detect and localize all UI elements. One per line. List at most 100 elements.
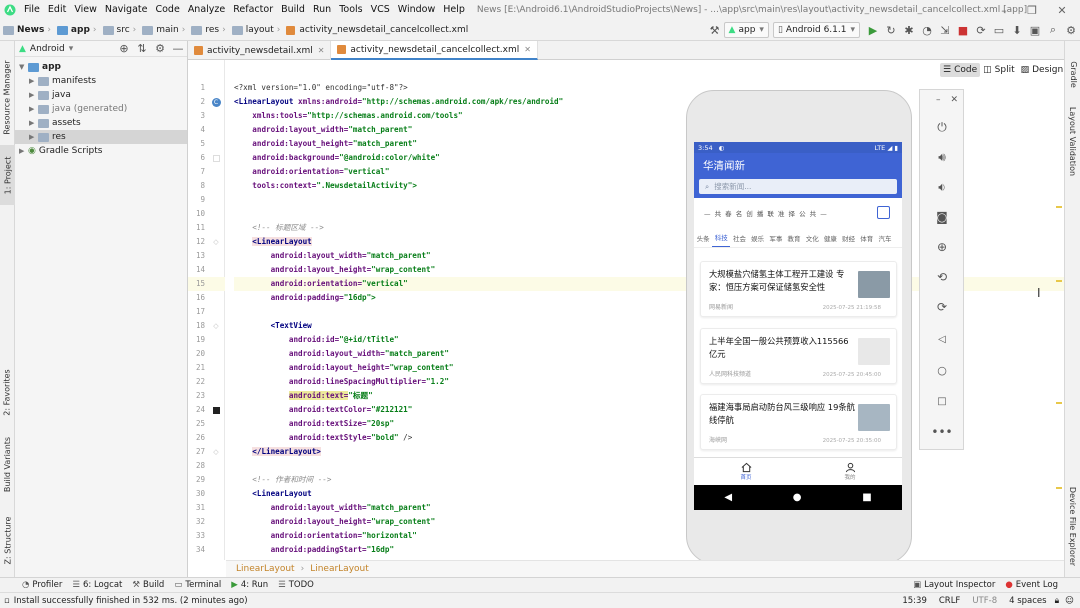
copy-icon[interactable]: [877, 206, 890, 219]
volume-up-icon[interactable]: 🔊︎: [920, 146, 964, 168]
tool-terminal[interactable]: ▭ Terminal: [174, 580, 221, 590]
rotate-left-icon[interactable]: ⟲: [920, 266, 964, 288]
line-separator[interactable]: CRLF: [939, 596, 960, 606]
menu-refactor[interactable]: Refactor: [229, 0, 277, 20]
back-icon[interactable]: ◀: [724, 492, 732, 503]
code-line[interactable]: <LinearLayout: [234, 235, 312, 249]
code-line[interactable]: android:orientation="vertical": [234, 165, 389, 179]
emulator-screen[interactable]: 3:54 ◐ LTE ◢ ▮ 华清闻新 ⌕ 搜索新闻... — 共 春 名 创 …: [694, 142, 902, 510]
tree-item-gradle-scripts[interactable]: ▶ ◉ Gradle Scripts: [19, 144, 187, 158]
locate-icon[interactable]: ⊕: [115, 40, 133, 58]
close-icon[interactable]: ✕: [950, 95, 958, 105]
power-icon[interactable]: ⏻: [920, 116, 964, 138]
fold-marker-icon[interactable]: ◇: [210, 236, 222, 248]
tab-activity-newsdetail[interactable]: activity_newsdetail.xml ✕: [188, 41, 332, 60]
crumb-layout[interactable]: layout: [229, 25, 274, 35]
code-line[interactable]: xmlns:tools="http://schemas.android.com/…: [234, 109, 462, 123]
code-line[interactable]: tools:context=".NewsdetailActivity">: [234, 179, 417, 193]
search-icon[interactable]: ⌕: [1044, 21, 1062, 39]
minimize-icon[interactable]: –: [990, 0, 1018, 20]
scroll-marker[interactable]: [1056, 402, 1062, 404]
chevron-right-icon[interactable]: ▶: [29, 133, 38, 141]
menu-build[interactable]: Build: [277, 0, 309, 20]
code-line[interactable]: android:layout_height="wrap_content": [234, 361, 454, 375]
split-view-button[interactable]: ◫ Split: [980, 63, 1017, 77]
tree-item-assets[interactable]: ▶ assets: [29, 116, 187, 130]
menu-run[interactable]: Run: [309, 0, 335, 20]
code-view-button[interactable]: ☰ Code: [940, 63, 981, 77]
news-card[interactable]: 大规模盐穴储氢主体工程开工建设 专家：恒压方案可保证储氢安全性 网易新闻 2025-…: [700, 261, 897, 317]
file-encoding[interactable]: UTF-8: [972, 596, 997, 606]
camera-icon[interactable]: ◙: [920, 206, 964, 228]
chevron-right-icon[interactable]: ▶: [29, 77, 38, 85]
tab-favorites[interactable]: 2: Favorites: [0, 361, 15, 423]
category-tab[interactable]: 汽车: [876, 233, 894, 247]
close-tab-icon[interactable]: ✕: [524, 45, 531, 54]
code-line[interactable]: android:textColor="#212121": [234, 403, 412, 417]
category-tab[interactable]: 社会: [730, 233, 748, 247]
chevron-right-icon[interactable]: ▶: [29, 91, 38, 99]
code-line[interactable]: android:padding="16dp">: [234, 291, 376, 305]
indent-setting[interactable]: 4 spaces: [1009, 596, 1046, 606]
scroll-marker[interactable]: [1056, 487, 1062, 489]
fold-marker-icon[interactable]: ◇: [210, 320, 222, 332]
tab-structure[interactable]: Z: Structure: [0, 511, 15, 569]
code-line[interactable]: android:layout_height="wrap_content": [234, 263, 436, 277]
code-line[interactable]: android:layout_width="match_parent": [234, 249, 431, 263]
crumb-project[interactable]: News: [0, 25, 44, 35]
crumb-res[interactable]: res: [188, 25, 219, 35]
scroll-marker[interactable]: [1056, 206, 1062, 208]
inspector-face-icon[interactable]: ☺: [1065, 596, 1074, 606]
code-line[interactable]: android:id="@+id/tTitle": [234, 333, 399, 347]
news-search-input[interactable]: ⌕ 搜索新闻...: [699, 179, 897, 194]
code-line[interactable]: android:layout_width="match_parent": [234, 501, 431, 515]
tab-activity-newsdetail-cancelcollect[interactable]: activity_newsdetail_cancelcollect.xml ✕: [331, 41, 538, 60]
menu-view[interactable]: View: [70, 0, 101, 20]
profile-icon[interactable]: ◔: [918, 21, 936, 39]
restore-icon[interactable]: ❐: [1018, 0, 1046, 20]
nav-home[interactable]: 首页: [694, 458, 798, 485]
chevron-right-icon[interactable]: ▶: [29, 105, 38, 113]
tab-gradle[interactable]: Gradle: [1065, 57, 1080, 91]
code-line[interactable]: <?xml version="1.0" encoding="utf-8"?>: [234, 81, 408, 95]
sdk-manager-icon[interactable]: ⬇: [1008, 21, 1026, 39]
breadcrumb-item[interactable]: LinearLayout: [236, 564, 295, 574]
category-tab[interactable]: 军事: [767, 233, 785, 247]
avd-manager-icon[interactable]: ▭: [990, 21, 1008, 39]
tool-run[interactable]: ▶ 4: Run: [231, 580, 268, 590]
tool-layout-inspector[interactable]: ▣ Layout Inspector: [913, 580, 995, 590]
tree-item-manifests[interactable]: ▶ manifests: [29, 74, 187, 88]
code-line[interactable]: android:layout_width="match_parent": [234, 123, 412, 137]
design-view-button[interactable]: ▨ Design: [1018, 63, 1067, 77]
settings-icon[interactable]: ⚙: [151, 40, 169, 58]
nav-mine[interactable]: 我的: [798, 458, 902, 485]
code-line[interactable]: android:orientation="horizontal": [234, 529, 417, 543]
stop-icon[interactable]: ■: [954, 21, 972, 39]
category-tab[interactable]: 财经: [840, 233, 858, 247]
tool-todo[interactable]: ☰ TODO: [278, 580, 314, 590]
code-line[interactable]: <TextView: [234, 319, 312, 333]
code-line[interactable]: </LinearLayout>: [234, 445, 321, 459]
crumb-src[interactable]: src: [100, 25, 130, 35]
menu-analyze[interactable]: Analyze: [184, 0, 229, 20]
code-line[interactable]: android:layout_height="wrap_content": [234, 515, 436, 529]
code-line[interactable]: android:background="@android:color/white…: [234, 151, 439, 165]
chevron-right-icon[interactable]: ▶: [29, 119, 38, 127]
context-class-icon[interactable]: C: [210, 96, 222, 108]
device-select[interactable]: ▯ Android 6.1.1 ▾: [772, 22, 860, 38]
tree-item-java-generated[interactable]: ▶ java (generated): [29, 102, 187, 116]
tool-profiler[interactable]: ◔ Profiler: [22, 580, 62, 590]
run-icon[interactable]: ▶: [864, 21, 882, 39]
chevron-down-icon[interactable]: ▼: [19, 63, 28, 71]
category-tab[interactable]: 教育: [785, 233, 803, 247]
apply-changes-icon[interactable]: ↻: [882, 21, 900, 39]
settings-icon[interactable]: ⚙: [1062, 21, 1080, 39]
category-tab[interactable]: 健康: [821, 233, 839, 247]
code-line[interactable]: <LinearLayout xmlns:android="http://sche…: [234, 95, 563, 109]
category-tab[interactable]: 文化: [803, 233, 821, 247]
chevron-right-icon[interactable]: ▶: [19, 147, 28, 155]
color-swatch-icon[interactable]: [210, 152, 222, 164]
menu-tools[interactable]: Tools: [335, 0, 366, 20]
hot-banner[interactable]: — 共 春 名 创 播 联 准 择 公 共 —: [694, 198, 902, 228]
project-view-select[interactable]: Android: [30, 44, 65, 54]
